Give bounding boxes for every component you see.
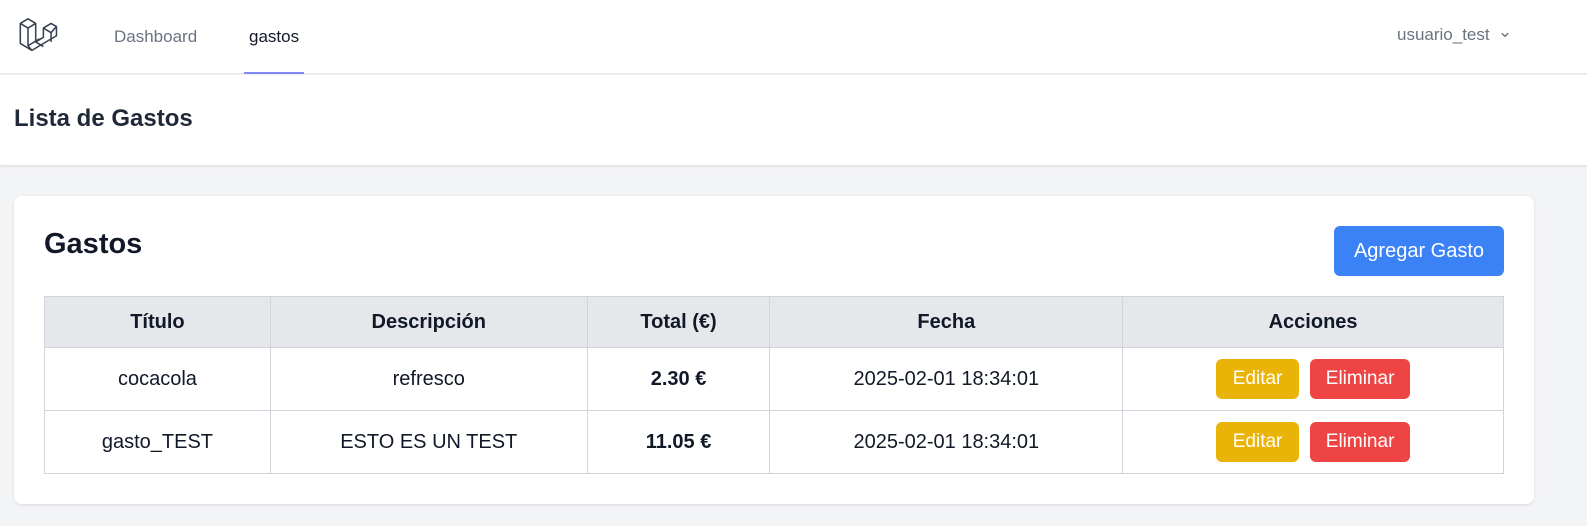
user-name: usuario_test	[1397, 25, 1490, 44]
expenses-card: Gastos Agregar Gasto Título Descripción …	[14, 196, 1534, 504]
column-header-total: Total (€)	[586, 296, 771, 348]
laravel-logo-icon[interactable]	[17, 15, 59, 55]
column-header-acciones: Acciones	[1122, 296, 1504, 348]
cell-titulo: gasto_TEST	[44, 410, 271, 474]
row-actions: Editar Eliminar	[1123, 422, 1503, 462]
delete-button[interactable]: Eliminar	[1310, 422, 1411, 462]
column-header-descripcion: Descripción	[269, 296, 588, 348]
cell-total: 2.30 €	[586, 347, 771, 411]
card-title: Gastos	[44, 228, 143, 260]
user-menu-dropdown[interactable]: usuario_test	[1397, 0, 1512, 70]
cell-acciones: Editar Eliminar	[1122, 347, 1504, 411]
row-actions: Editar Eliminar	[1123, 359, 1503, 399]
delete-button[interactable]: Eliminar	[1310, 359, 1411, 399]
column-header-fecha: Fecha	[769, 296, 1124, 348]
chevron-down-icon	[1501, 32, 1509, 38]
page-header: Lista de Gastos	[0, 75, 1587, 165]
top-navigation: Dashboard gastos usuario_test	[0, 0, 1587, 74]
table-header-row: Título Descripción Total (€) Fecha Accio…	[44, 296, 1504, 348]
cell-descripcion: ESTO ES UN TEST	[269, 410, 588, 474]
cell-descripcion: refresco	[269, 347, 588, 411]
nav-link-dashboard[interactable]: Dashboard	[114, 0, 197, 74]
edit-button[interactable]: Editar	[1216, 422, 1300, 462]
expenses-table: Título Descripción Total (€) Fecha Accio…	[44, 296, 1504, 474]
cell-fecha: 2025-02-01 18:34:01	[769, 410, 1124, 474]
cell-acciones: Editar Eliminar	[1122, 410, 1504, 474]
cell-titulo: cocacola	[44, 347, 271, 411]
add-expense-button[interactable]: Agregar Gasto	[1334, 226, 1504, 276]
page-title: Lista de Gastos	[14, 105, 193, 132]
table-row: gasto_TEST ESTO ES UN TEST 11.05 € 2025-…	[44, 410, 1504, 474]
cell-fecha: 2025-02-01 18:34:01	[769, 347, 1124, 411]
column-header-titulo: Título	[44, 296, 271, 348]
cell-total: 11.05 €	[586, 410, 771, 474]
nav-link-gastos[interactable]: gastos	[243, 0, 305, 74]
table-row: cocacola refresco 2.30 € 2025-02-01 18:3…	[44, 347, 1504, 411]
edit-button[interactable]: Editar	[1216, 359, 1300, 399]
